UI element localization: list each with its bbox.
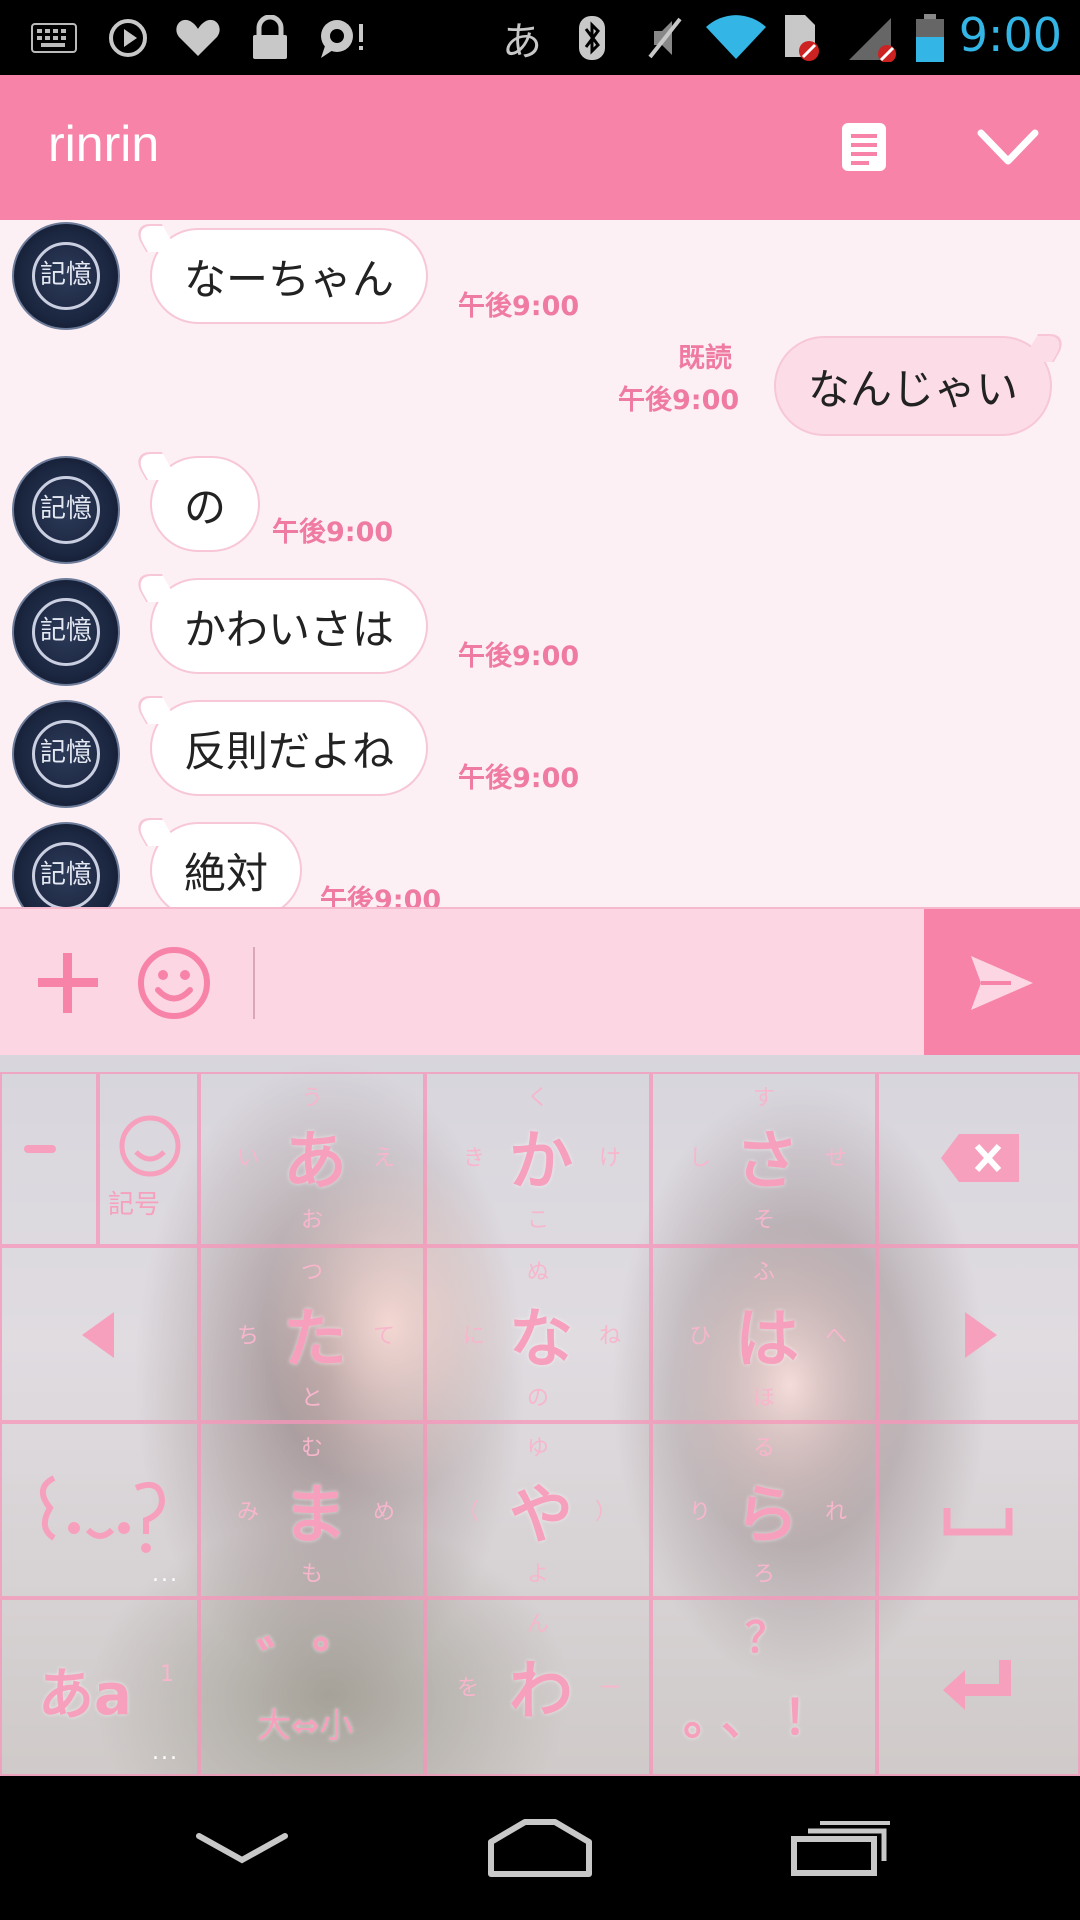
ime-indicator: あ: [502, 19, 542, 65]
key-enter[interactable]: [877, 1598, 1080, 1776]
key-space[interactable]: [877, 1422, 1080, 1598]
read-receipt: 既読: [678, 343, 732, 374]
key-mode-switch[interactable]: あa 1 ...: [0, 1598, 199, 1776]
message-time: 午後9:00: [458, 763, 580, 794]
chat-title: rinrin: [48, 116, 160, 172]
key-ya[interactable]: や ゆ （ ） よ: [425, 1422, 651, 1598]
key-ra[interactable]: ら る り れ ろ: [651, 1422, 877, 1598]
message-bubble[interactable]: 反則だよね: [150, 700, 429, 796]
lock-icon: [246, 14, 294, 62]
backspace-icon: [941, 1134, 1019, 1182]
wifi-icon: [704, 14, 768, 62]
key-emoji-symbols[interactable]: 記号: [98, 1072, 199, 1246]
message-time: 午後9:00: [458, 291, 580, 322]
key-emoticon[interactable]: ...: [0, 1422, 199, 1598]
message-input[interactable]: [262, 929, 922, 1037]
input-divider: [253, 947, 255, 1019]
avatar[interactable]: 記憶: [12, 578, 120, 686]
flick-keyboard: 記号 あ う い え お か く き け こ さ す し せ そ た つ ち て…: [0, 1055, 1080, 1776]
key-ha[interactable]: は ふ ひ へ ほ: [651, 1246, 877, 1422]
space-icon: [943, 1508, 1013, 1536]
note-icon[interactable]: [828, 111, 900, 183]
send-button[interactable]: [924, 909, 1080, 1057]
chat-header: rinrin: [0, 75, 1080, 220]
avatar[interactable]: 記憶: [12, 222, 120, 330]
enter-icon: [943, 1660, 1011, 1710]
send-icon: [971, 956, 1033, 1010]
message-bubble[interactable]: なんじゃい: [773, 336, 1052, 436]
key-backspace[interactable]: [877, 1072, 1080, 1246]
back-icon[interactable]: [182, 1806, 302, 1890]
system-nav-bar: [0, 1776, 1080, 1920]
message-bubble[interactable]: 絶対: [150, 822, 303, 907]
key-dakuten[interactable]: ゛゜ 大⇔小: [199, 1598, 425, 1776]
plus-icon[interactable]: [30, 945, 106, 1021]
face-icon: [119, 1115, 181, 1177]
key-cursor-left[interactable]: [0, 1246, 199, 1422]
key-ma[interactable]: ま む み め も: [199, 1422, 425, 1598]
message-bubble[interactable]: かわいさは: [150, 578, 429, 674]
message-list[interactable]: 記憶 なーちゃん 午後9:00 既読 午後9:00 なんじゃい 記憶 の 午後9…: [0, 220, 1080, 907]
battery-icon: [912, 14, 948, 62]
key-na[interactable]: な ぬ に ね の: [425, 1246, 651, 1422]
avatar[interactable]: 記憶: [12, 456, 120, 564]
clock: 9:00: [958, 8, 1062, 62]
message-time: 午後9:00: [618, 385, 740, 416]
message-time: 午後9:00: [272, 517, 394, 548]
heart-icon: [172, 14, 224, 62]
key-sa[interactable]: さ す し せ そ: [651, 1072, 877, 1246]
chat-alert-icon: [316, 14, 368, 62]
message-time: 午後9:00: [320, 885, 442, 907]
message-bubble[interactable]: の: [150, 456, 261, 552]
key-ka[interactable]: か く き け こ: [425, 1072, 651, 1246]
arrow-right-icon: [965, 1312, 997, 1358]
key-cursor-left-small[interactable]: [0, 1072, 98, 1246]
play-icon: [104, 14, 152, 62]
avatar[interactable]: 記憶: [12, 700, 120, 808]
message-input-bar: [0, 907, 1080, 1057]
emoticon-icon: [40, 1475, 166, 1553]
key-cursor-right[interactable]: [877, 1246, 1080, 1422]
recents-icon[interactable]: [782, 1806, 902, 1890]
signal-icon: [846, 14, 900, 62]
arrow-left-icon: [82, 1312, 114, 1358]
message-bubble[interactable]: なーちゃん: [150, 228, 429, 324]
sim-icon: [780, 14, 822, 62]
key-a[interactable]: あ う い え お: [199, 1072, 425, 1246]
key-wa[interactable]: わ ん を ー: [425, 1598, 651, 1776]
key-punctuation[interactable]: ？ 。、！: [651, 1598, 877, 1776]
mute-icon: [642, 14, 686, 62]
smiley-icon[interactable]: [136, 945, 212, 1021]
status-bar: あ 9:00: [0, 0, 1080, 75]
bluetooth-icon: [574, 14, 610, 62]
message-time: 午後9:00: [458, 641, 580, 672]
key-ta[interactable]: た つ ち て と: [199, 1246, 425, 1422]
home-icon[interactable]: [480, 1806, 600, 1890]
chevron-down-icon[interactable]: [972, 111, 1044, 183]
avatar[interactable]: 記憶: [12, 822, 120, 907]
keyboard-icon: [28, 14, 80, 62]
